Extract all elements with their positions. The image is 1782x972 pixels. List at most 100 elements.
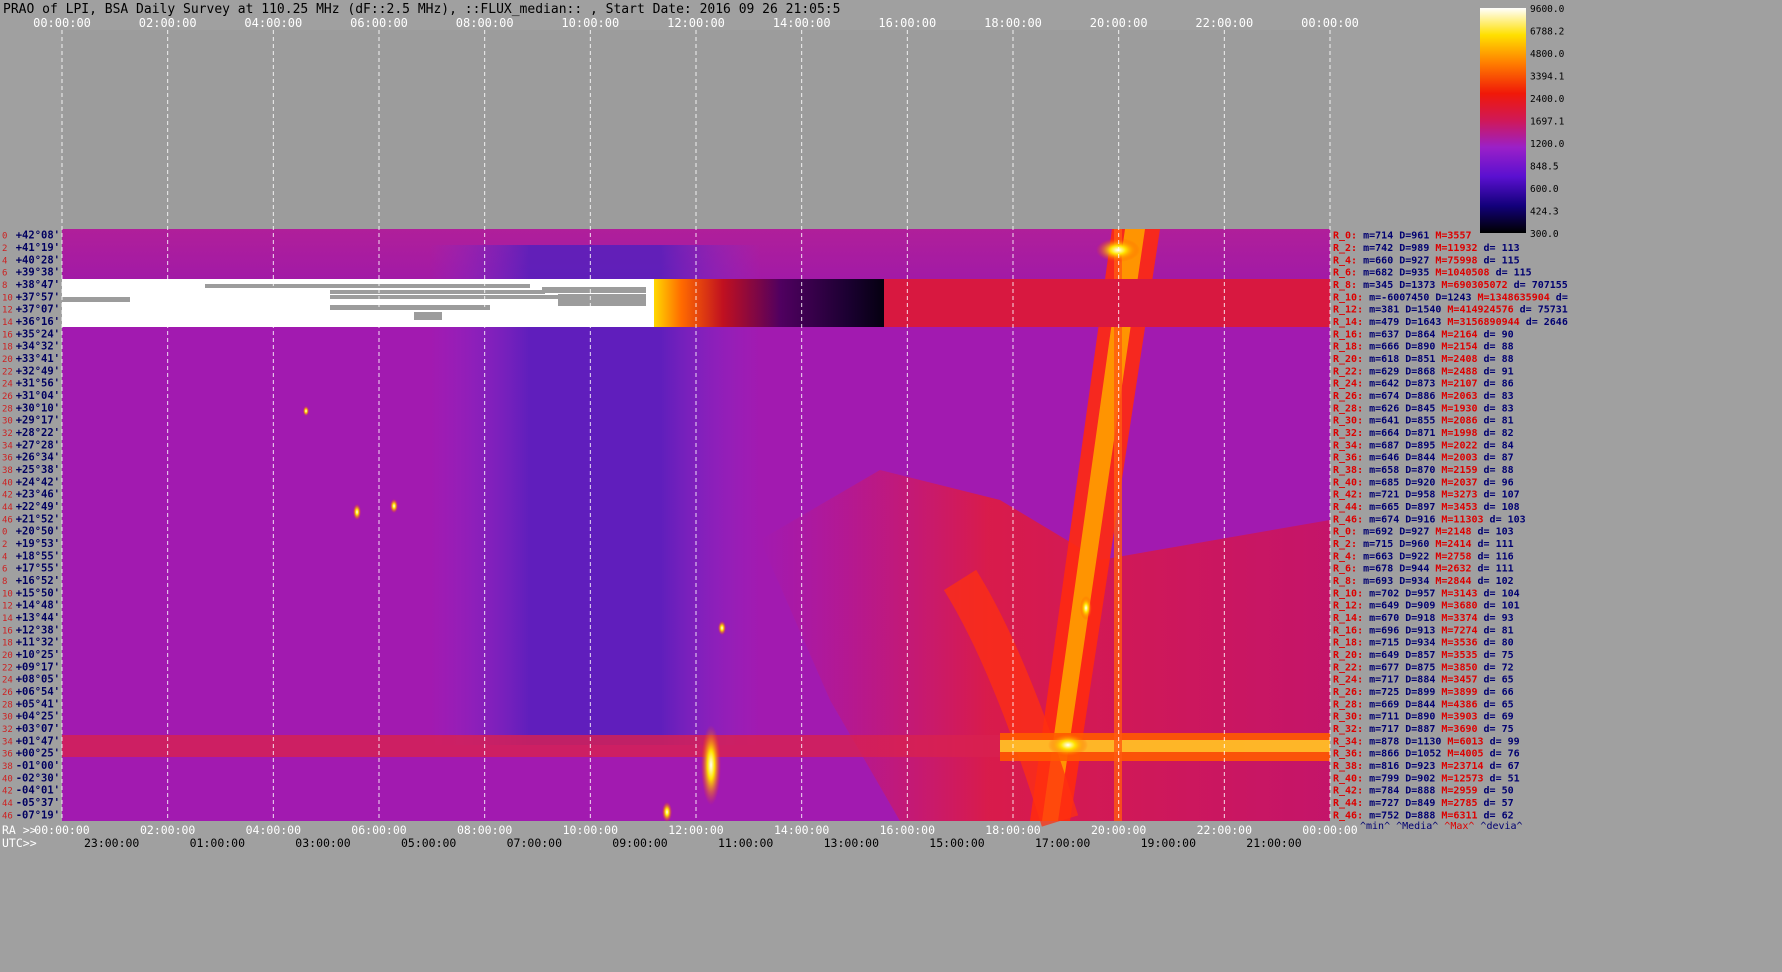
declination-label: -05°37' (16, 797, 60, 809)
row-stat: R_32: m=664 D=871 M=1998 d= 82 (1333, 428, 1514, 439)
declination-label: +04°25' (16, 711, 60, 723)
declination-label: +23°46' (16, 489, 60, 501)
bottom-axis: RA >>00:00:00 02:00:00 04:00:00 06:00:00 08:… (2, 823, 1358, 850)
top-tick-label: 00:00:00 (33, 16, 91, 30)
declination-label: +38°47' (16, 279, 60, 291)
declination-label: +37°57' (16, 291, 60, 303)
declination-label: +37°07' (16, 304, 60, 316)
ra-tick-label: 00:00:00 (34, 823, 89, 837)
top-tick-label: 12:00:00 (667, 16, 725, 30)
row-index: 40 (2, 478, 13, 488)
colorbar-tick-label: 848.5 (1530, 162, 1559, 173)
declination-label: +00°25' (16, 748, 60, 760)
colorbar-tick-label: 4800.0 (1530, 49, 1565, 60)
declination-label: -02°30' (16, 772, 60, 784)
declination-label: +40°28' (16, 254, 60, 266)
row-stats: R_0: m=714 D=961 M=3557R_2: m=742 D=989 … (1333, 231, 1568, 832)
row-stat: R_36: m=646 D=844 M=2003 d= 87 (1333, 453, 1514, 464)
row-index: 38 (2, 762, 13, 772)
row-index: 26 (2, 688, 13, 698)
row-stat: R_24: m=642 D=873 M=2107 d= 86 (1333, 379, 1514, 390)
utc-tick-label: 05:00:00 (401, 836, 456, 850)
declination-label: +42°08' (16, 230, 60, 242)
declination-label: -07°19' (16, 809, 60, 821)
row-index: 14 (2, 614, 13, 624)
declination-label: +41°19' (16, 242, 60, 254)
stats-footer: ^min^ ^Media^ ^Max^ ^devia^ (1360, 821, 1523, 832)
row-index: 20 (2, 651, 13, 661)
colorbar-tick-label: 6788.2 (1530, 27, 1564, 38)
declination-label: +13°44' (16, 612, 60, 624)
row-index: 28 (2, 404, 13, 414)
top-tick-label: 06:00:00 (350, 16, 408, 30)
top-tick-label: 04:00:00 (244, 16, 302, 30)
horizontal-band-left (62, 735, 1000, 757)
row-index: 4 (2, 552, 7, 562)
row-index: 22 (2, 367, 13, 377)
row-stat: R_44: m=665 D=897 M=3453 d= 108 (1333, 502, 1520, 513)
row-stat: R_8: m=345 D=1373 M=690305072 d= 707155 (1333, 280, 1568, 291)
row-stat: R_0: m=692 D=927 M=2148 d= 103 (1333, 527, 1514, 538)
saturated-red-rows (884, 279, 1330, 327)
colorbar: 9600.0 6788.2 4800.0 3394.1 2400.0 1697.1 1200… (1480, 4, 1565, 240)
declination-label: +27°28' (16, 439, 60, 451)
row-stat: R_34: m=878 D=1130 M=6013 d= 99 (1333, 736, 1520, 747)
utc-axis-label: UTC>> (2, 836, 37, 850)
row-labels: 0 +42°08' 2 +41°19' 4 +40°28' 6 +39°38' 8 +38°47'… (2, 230, 60, 822)
colorbar-tick-label: 3394.1 (1530, 72, 1565, 83)
ra-tick-label: 12:00:00 (668, 823, 723, 837)
colorbar-tick-label: 1697.1 (1530, 117, 1565, 128)
declination-label: +06°54' (16, 686, 60, 698)
row-stat: R_20: m=618 D=851 M=2408 d= 88 (1333, 354, 1514, 365)
row-index: 34 (2, 737, 13, 747)
top-tick-label: 20:00:00 (1090, 16, 1148, 30)
declination-label: +39°38' (16, 267, 60, 279)
declination-label: +35°24' (16, 328, 60, 340)
colorbar-gradient (1480, 8, 1526, 233)
row-index: 2 (2, 244, 7, 254)
saturation-recovery (654, 279, 884, 327)
declination-label: +26°34' (16, 452, 60, 464)
row-stat: R_18: m=715 D=934 M=3536 d= 80 (1333, 638, 1514, 649)
declination-label: +14°48' (16, 600, 60, 612)
row-index: 8 (2, 281, 7, 291)
row-stat: R_6: m=682 D=935 M=1040508 d= 115 (1333, 268, 1532, 279)
row-stat: R_14: m=479 D=1643 M=3156890944 d= 2646 (1333, 317, 1568, 328)
colorbar-tick-label: 9600.0 (1530, 4, 1565, 15)
ra-tick-label: 14:00:00 (774, 823, 829, 837)
row-stat: R_22: m=677 D=875 M=3850 d= 72 (1333, 662, 1514, 673)
row-index: 32 (2, 429, 13, 439)
row-stat: R_38: m=658 D=870 M=2159 d= 88 (1333, 465, 1514, 476)
row-stat: R_12: m=649 D=909 M=3680 d= 101 (1333, 601, 1520, 612)
top-tick-label: 00:00:00 (1301, 16, 1359, 30)
top-tick-label: 14:00:00 (773, 16, 831, 30)
row-stat: R_2: m=715 D=960 M=2414 d= 111 (1333, 539, 1514, 550)
declination-label: +32°49' (16, 365, 60, 377)
row-stat: R_4: m=663 D=922 M=2758 d= 116 (1333, 551, 1514, 562)
row-stat: R_40: m=799 D=902 M=12573 d= 51 (1333, 773, 1520, 784)
row-index: 6 (2, 269, 7, 279)
ra-tick-label: 18:00:00 (985, 823, 1040, 837)
ra-tick-label: 06:00:00 (351, 823, 406, 837)
row-stat: R_26: m=725 D=899 M=3899 d= 66 (1333, 687, 1514, 698)
survey-chart: PRAO of LPI, BSA Daily Survey at 110.25 … (2, 2, 1568, 850)
row-stat: R_20: m=649 D=857 M=3535 d= 75 (1333, 650, 1514, 661)
declination-label: +15°50' (16, 587, 60, 599)
ra-tick-label: 00:00:00 (1302, 823, 1357, 837)
top-tick-label: 22:00:00 (1195, 16, 1253, 30)
row-stat: R_38: m=816 D=923 M=23714 d= 67 (1333, 761, 1520, 772)
row-stat: R_32: m=717 D=887 M=3690 d= 75 (1333, 724, 1514, 735)
declination-label: +11°32' (16, 637, 60, 649)
top-tick-label: 08:00:00 (456, 16, 514, 30)
utc-tick-label: 03:00:00 (295, 836, 350, 850)
declination-label: +03°07' (16, 723, 60, 735)
row-stat: R_26: m=674 D=886 M=2063 d= 83 (1333, 391, 1514, 402)
declination-label: +09°17' (16, 661, 60, 673)
row-stat: R_44: m=727 D=849 M=2785 d= 57 (1333, 798, 1514, 809)
colorbar-tick-label: 300.0 (1530, 229, 1559, 240)
row-stat: R_18: m=666 D=890 M=2154 d= 88 (1333, 342, 1514, 353)
row-index: 42 (2, 491, 13, 501)
row-stat: R_28: m=669 D=844 M=4386 d= 65 (1333, 699, 1514, 710)
row-stat: R_24: m=717 D=884 M=3457 d= 65 (1333, 675, 1514, 686)
declination-label: +25°38' (16, 464, 60, 476)
